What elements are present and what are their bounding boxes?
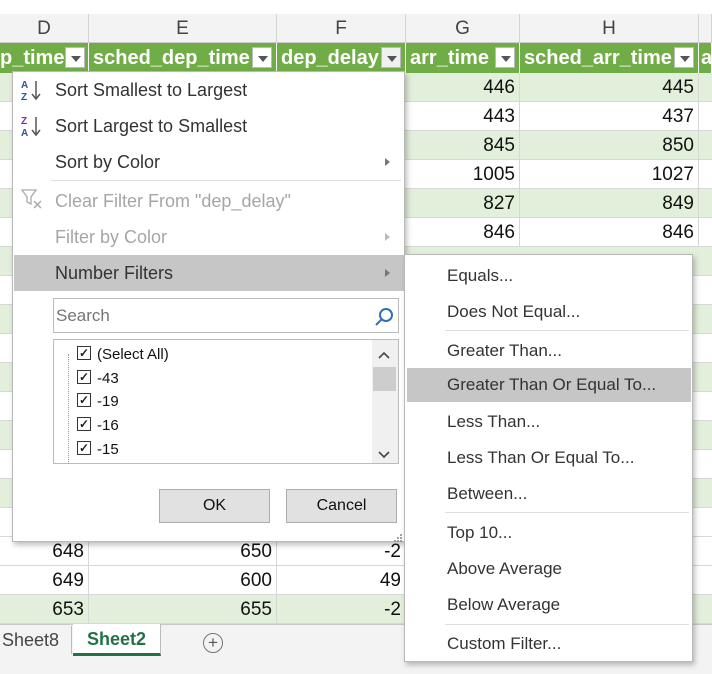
- table-header-sched-arr-time: sched_arr_time: [520, 43, 699, 73]
- cell-arr-time[interactable]: 846: [406, 218, 520, 247]
- menu-item-equals[interactable]: Equals...: [405, 259, 693, 293]
- filter-dropdown-sched-arr-time[interactable]: [674, 47, 694, 68]
- cell-dep-time[interactable]: 649: [0, 566, 89, 595]
- col-header-f[interactable]: F: [277, 14, 406, 43]
- select-all-checkbox[interactable]: ✓: [77, 346, 91, 360]
- cell-dep-time[interactable]: 653: [0, 595, 89, 624]
- filter-by-color[interactable]: Filter by Color: [55, 227, 167, 248]
- list-item: -15: [97, 441, 119, 458]
- menu-item-top-10[interactable]: Top 10...: [405, 516, 693, 550]
- filter-dropdown-dep-delay[interactable]: [381, 47, 401, 68]
- sort-desc-icon: ZA: [21, 114, 43, 139]
- table-header-next: a: [699, 43, 712, 73]
- cell-arr-time[interactable]: 845: [406, 131, 520, 160]
- cell-arr-time[interactable]: 827: [406, 189, 520, 218]
- menu-item-less-than-or-equal[interactable]: Less Than Or Equal To...: [405, 441, 693, 475]
- value-list: ✓ (Select All) ✓ -43 ✓ -19 ✓ -16 ✓ -15: [53, 339, 399, 464]
- value-checkbox[interactable]: ✓: [77, 393, 91, 407]
- clear-filter[interactable]: Clear Filter From "dep_delay": [55, 191, 291, 212]
- search-input[interactable]: [56, 301, 366, 330]
- resize-grip-icon[interactable]: [393, 530, 403, 542]
- autofilter-menu: AZ Sort Smallest to Largest ZA Sort Larg…: [12, 71, 405, 542]
- menu-item-greater-than[interactable]: Greater Than...: [405, 334, 693, 368]
- value-checkbox[interactable]: ✓: [77, 417, 91, 431]
- menu-item-custom-filter[interactable]: Custom Filter...: [405, 627, 693, 661]
- cell-sched-arr-time[interactable]: 849: [520, 189, 699, 218]
- filter-dropdown-dep-time[interactable]: [65, 47, 85, 68]
- search-box[interactable]: [53, 298, 399, 333]
- add-sheet-button[interactable]: +: [203, 633, 223, 653]
- value-checkbox[interactable]: ✓: [77, 441, 91, 455]
- menu-divider: [445, 512, 689, 513]
- cell-sched-dep-time[interactable]: 600: [89, 566, 277, 595]
- cell-arr-time[interactable]: 1005: [406, 160, 520, 189]
- cell-dep-delay[interactable]: -2: [277, 595, 406, 624]
- col-header-h[interactable]: H: [520, 14, 699, 43]
- menu-divider: [445, 624, 689, 625]
- ok-button[interactable]: OK: [159, 489, 270, 523]
- value-checkbox[interactable]: ✓: [77, 370, 91, 384]
- col-header-d[interactable]: D: [0, 14, 89, 43]
- list-item: -16: [97, 417, 119, 434]
- list-scrollbar[interactable]: [372, 340, 398, 463]
- svg-text:A: A: [21, 128, 28, 138]
- menu-item-does-not-equal[interactable]: Does Not Equal...: [405, 295, 693, 329]
- sort-asc-icon: AZ: [21, 78, 43, 103]
- menu-divider: [51, 180, 401, 181]
- cell-sched-arr-time[interactable]: 437: [520, 102, 699, 131]
- menu-divider: [445, 330, 689, 331]
- number-filters-label: Number Filters: [55, 263, 174, 283]
- filter-dropdown-sched-dep-time[interactable]: [252, 47, 272, 68]
- scrollbar-thumb[interactable]: [373, 367, 396, 391]
- list-item: -19: [97, 393, 119, 410]
- menu-item-between[interactable]: Between...: [405, 477, 693, 511]
- search-icon[interactable]: [374, 307, 394, 327]
- cell-sched-arr-time[interactable]: 445: [520, 73, 699, 102]
- cell-sched-arr-time[interactable]: 846: [520, 218, 699, 247]
- cell-sched-dep-time[interactable]: 655: [89, 595, 277, 624]
- cell-dep-delay[interactable]: 49: [277, 566, 406, 595]
- table-header-arr-time: arr_time: [406, 43, 520, 73]
- cell-sched-arr-time[interactable]: 850: [520, 131, 699, 160]
- col-header-e[interactable]: E: [89, 14, 277, 43]
- menu-item-greater-than-or-equal[interactable]: Greater Than Or Equal To...: [407, 368, 691, 402]
- chevron-right-icon: [385, 269, 390, 277]
- svg-text:A: A: [21, 80, 28, 91]
- sort-by-color[interactable]: Sort by Color: [55, 152, 160, 173]
- cell-sched-arr-time[interactable]: 1027: [520, 160, 699, 189]
- svg-text:Z: Z: [21, 116, 27, 127]
- table-header-sched-dep-time: sched_dep_time: [89, 43, 277, 73]
- col-header-i[interactable]: [699, 14, 712, 43]
- chevron-right-icon: [385, 233, 390, 241]
- list-item: -43: [97, 370, 119, 387]
- list-item: (Select All): [97, 346, 169, 363]
- table-header-dep-time: p_time: [0, 43, 89, 73]
- chevron-down-icon[interactable]: [378, 446, 390, 459]
- tree-line: [68, 354, 69, 464]
- cell-arr-time[interactable]: 443: [406, 102, 520, 131]
- sort-smallest-to-largest[interactable]: Sort Smallest to Largest: [55, 80, 247, 101]
- cancel-button[interactable]: Cancel: [286, 489, 397, 523]
- chevron-right-icon: [385, 158, 390, 166]
- number-filters-submenu: Equals... Does Not Equal... Greater Than…: [404, 254, 693, 662]
- col-header-g[interactable]: G: [406, 14, 520, 43]
- tab-sheet8[interactable]: Sheet8: [0, 626, 72, 654]
- tab-sheet2[interactable]: Sheet2: [73, 624, 161, 656]
- menu-item-below-average[interactable]: Below Average: [405, 588, 693, 622]
- filter-dropdown-arr-time[interactable]: [495, 47, 515, 68]
- svg-text:Z: Z: [21, 92, 27, 102]
- clear-filter-icon: [20, 188, 43, 210]
- cell-arr-time[interactable]: 446: [406, 73, 520, 102]
- menu-item-above-average[interactable]: Above Average: [405, 552, 693, 586]
- menu-item-less-than[interactable]: Less Than...: [405, 405, 693, 439]
- sort-largest-to-smallest[interactable]: Sort Largest to Smallest: [55, 116, 247, 137]
- table-header-dep-delay: dep_delay: [277, 43, 406, 73]
- chevron-up-icon[interactable]: [378, 346, 390, 359]
